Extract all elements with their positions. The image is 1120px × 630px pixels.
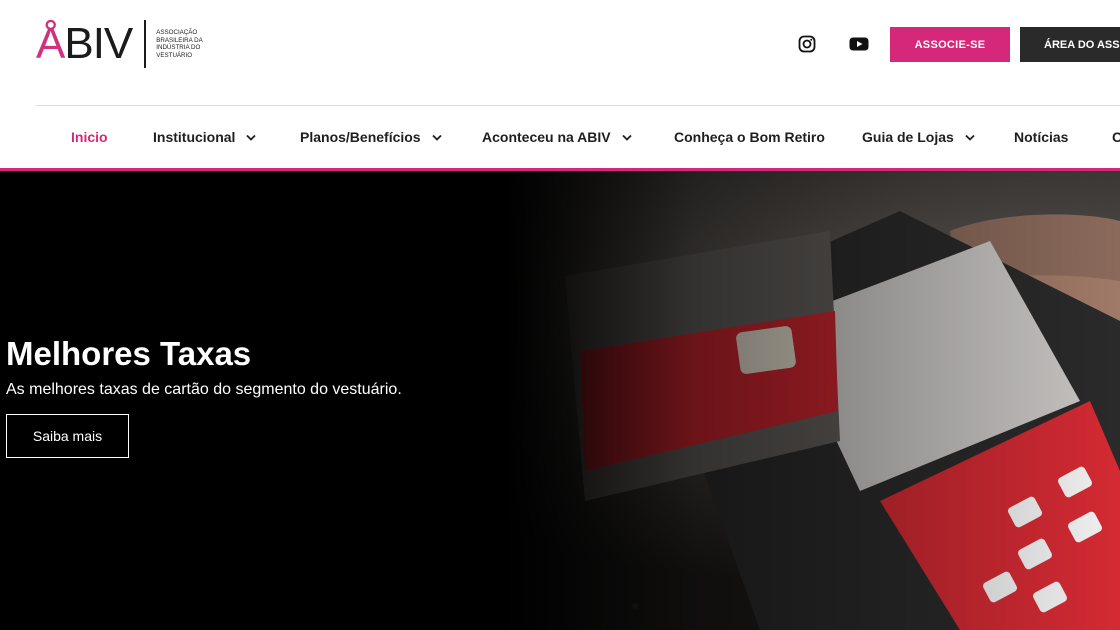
nav-item-guia-de-lojas[interactable]: Guia de Lojas	[862, 106, 975, 168]
chevron-down-icon	[621, 132, 632, 142]
logo-separator	[144, 20, 147, 68]
logo-letters: BIV	[64, 19, 133, 68]
youtube-icon[interactable]	[849, 34, 869, 54]
logo-wordmark: Å BIV	[36, 19, 133, 68]
nav-item-conheca-bom-retiro[interactable]: Conheça o Bom Retiro	[674, 106, 825, 168]
top-bar: Å BIV ASSOCIAÇÃO BRASILEIRA DA INDÚSTRIA…	[0, 0, 1120, 105]
logo-subtitle: ASSOCIAÇÃO BRASILEIRA DA INDÚSTRIA DO VE…	[156, 29, 203, 59]
nav-item-label: Notícias	[1014, 129, 1069, 145]
nav-item-planos-beneficios[interactable]: Planos/Benefícios	[300, 106, 442, 168]
nav-item-label: Guia de Lojas	[862, 129, 954, 145]
nav-item-label: Aconteceu na ABIV	[482, 129, 611, 145]
nav-item-contato[interactable]: C	[1112, 106, 1120, 168]
saiba-mais-button[interactable]: Saiba mais	[6, 414, 129, 458]
abiv-logo[interactable]: Å BIV ASSOCIAÇÃO BRASILEIRA DA INDÚSTRIA…	[36, 18, 216, 70]
nav-item-label: Institucional	[153, 129, 236, 145]
nav-item-inicio[interactable]: Inicio	[71, 106, 108, 168]
chevron-down-icon	[965, 132, 975, 142]
instagram-icon[interactable]	[797, 34, 817, 54]
nav-item-aconteceu-na-abiv[interactable]: Aconteceu na ABIV	[482, 106, 632, 168]
nav-item-label: Conheça o Bom Retiro	[674, 129, 825, 145]
hero-subtitle: As melhores taxas de cartão do segmento …	[6, 381, 402, 398]
nav-item-institucional[interactable]: Institucional	[153, 106, 257, 168]
logo-letter-a: Å	[36, 19, 65, 68]
hero-card-payment-image	[0, 171, 1120, 630]
associe-se-button[interactable]: ASSOCIE-SE	[890, 27, 1010, 62]
nav-item-label: Planos/Benefícios	[300, 129, 421, 145]
nav-item-label: Inicio	[71, 129, 108, 145]
hero-title: Melhores Taxas	[6, 335, 252, 372]
chevron-down-icon	[431, 132, 442, 142]
slider-dot[interactable]	[632, 603, 638, 609]
nav-item-label: C	[1112, 129, 1120, 145]
nav-item-noticias[interactable]: Notícias	[1014, 106, 1068, 168]
area-do-associado-button[interactable]: ÁREA DO ASSOCIADO	[1020, 27, 1120, 62]
chevron-down-icon	[246, 132, 257, 142]
slider-dots	[632, 603, 638, 609]
hero-slider: Melhores Taxas As melhores taxas de cart…	[0, 171, 1120, 630]
main-nav: Inicio Institucional Planos/Benefícios A…	[0, 106, 1120, 168]
